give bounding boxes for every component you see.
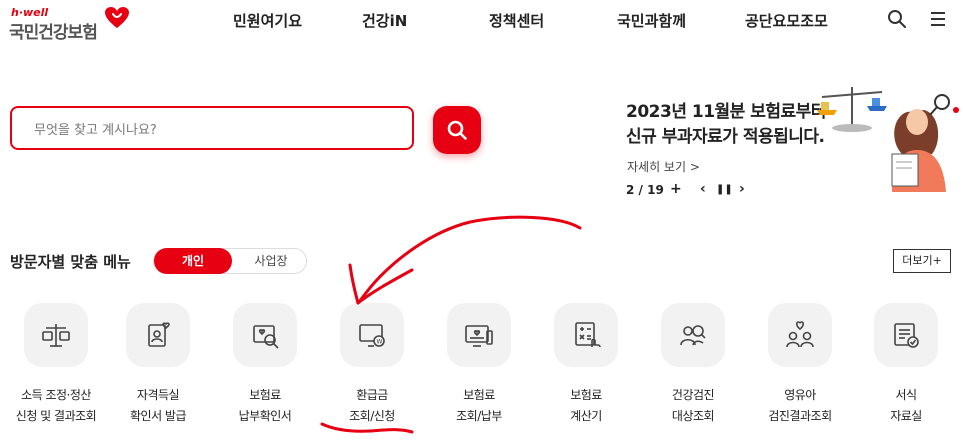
nav-health-in[interactable]: 건강iN bbox=[362, 10, 407, 32]
more-button[interactable]: 더보기+ bbox=[893, 249, 951, 273]
menu-premium-payment-confirmation[interactable]: 보험료 납부확인서 bbox=[211, 303, 319, 423]
search-button[interactable] bbox=[433, 106, 481, 154]
menu-income-adjustment[interactable]: 소득 조정·정산 신청 및 결과조회 bbox=[2, 303, 110, 423]
menu-tile bbox=[768, 303, 832, 367]
menu-label: 소득 조정·정산 신청 및 결과조회 bbox=[2, 385, 110, 427]
nav-policy-center[interactable]: 정책센터 bbox=[489, 10, 544, 32]
document-search-icon bbox=[253, 325, 279, 349]
heart-logo-icon bbox=[105, 7, 129, 28]
menu-label-line1: 보험료 bbox=[570, 388, 602, 402]
menu-label: 건강검진 대상조회 bbox=[639, 385, 747, 427]
menu-refund-inquiry[interactable]: W 환급금 조회/신청 bbox=[318, 303, 426, 423]
menu-label: 보험료 조회/납부 bbox=[425, 385, 533, 427]
menu-premium-calculator[interactable]: 보험료 계산기 bbox=[532, 303, 640, 423]
menu-tile bbox=[661, 303, 725, 367]
visitor-type-toggle: 개인 사업장 bbox=[153, 248, 307, 274]
calculator-icon bbox=[575, 322, 601, 348]
menu-label-line2: 조회/납부 bbox=[456, 409, 502, 423]
menu-label-line1: 영유아 bbox=[784, 388, 816, 402]
visitor-menu-title: 방문자별 맞춤 메뉴 bbox=[10, 253, 131, 271]
menu-infant-checkup-results[interactable]: 영유아 검진결과조회 bbox=[746, 303, 854, 423]
menu-tile bbox=[24, 303, 88, 367]
menu-label: 환급금 조회/신청 bbox=[318, 385, 426, 427]
banner-pager: 2 / 19 bbox=[626, 183, 664, 197]
menu-label-line2: 대상조회 bbox=[671, 409, 715, 423]
banner-next-button[interactable]: › bbox=[739, 181, 745, 197]
banner-pause-button[interactable]: ❚❚ bbox=[716, 184, 733, 195]
menu-label-line1: 보험료 bbox=[249, 388, 281, 402]
menu-label: 서식 자료실 bbox=[852, 385, 960, 427]
menu-label-line2: 조회/신청 bbox=[349, 409, 395, 423]
menu-label: 보험료 납부확인서 bbox=[211, 385, 319, 427]
menu-label: 자격득실 확인서 발급 bbox=[104, 385, 212, 427]
menu-tile bbox=[447, 303, 511, 367]
menu-tile bbox=[554, 303, 618, 367]
form-icon bbox=[894, 323, 919, 348]
menu-label-line2: 자료실 bbox=[890, 409, 922, 423]
menu-label-line2: 확인서 발급 bbox=[129, 409, 187, 423]
logo-text: 국민건강보험 bbox=[9, 23, 98, 43]
banner-expand-button[interactable]: + bbox=[670, 181, 682, 197]
search-input[interactable] bbox=[32, 118, 396, 142]
monitor-heart-icon bbox=[465, 325, 493, 347]
search-box bbox=[10, 106, 414, 150]
menu-label: 영유아 검진결과조회 bbox=[746, 385, 854, 427]
menu-premium-inquiry-payment[interactable]: 보험료 조회/납부 bbox=[425, 303, 533, 423]
menu-label-line2: 납부확인서 bbox=[238, 409, 292, 423]
family-heart-icon bbox=[786, 321, 814, 348]
menu-label-line2: 계산기 bbox=[570, 409, 602, 423]
nav-with-citizens[interactable]: 국민과함께 bbox=[617, 10, 686, 32]
logo[interactable]: h·well 국민건강보험 bbox=[9, 6, 129, 43]
menu-label-line1: 자격득실 bbox=[136, 388, 180, 402]
menu-health-checkup-target[interactable]: 건강검진 대상조회 bbox=[639, 303, 747, 423]
menu-form-library[interactable]: 서식 자료실 bbox=[852, 303, 960, 423]
nav-about-agency[interactable]: 공단요모조모 bbox=[745, 10, 828, 32]
menu-label-line2: 신청 및 결과조회 bbox=[15, 409, 97, 423]
menu-label-line1: 소득 조정·정산 bbox=[21, 388, 91, 402]
menu-label-line1: 서식 bbox=[895, 388, 917, 402]
refund-monitor-icon: W bbox=[359, 324, 385, 347]
menu-label-line2: 검진결과조회 bbox=[768, 409, 832, 423]
toggle-business[interactable]: 사업장 bbox=[234, 249, 308, 273]
menu-tile bbox=[874, 303, 938, 367]
hamburger-menu-icon[interactable] bbox=[928, 9, 948, 29]
svg-text:W: W bbox=[377, 339, 383, 346]
search-icon[interactable] bbox=[887, 9, 907, 29]
search-icon bbox=[447, 120, 467, 140]
menu-tile bbox=[233, 303, 297, 367]
toggle-personal[interactable]: 개인 bbox=[154, 248, 232, 274]
banner-more-link[interactable]: 자세히 보기 > bbox=[627, 158, 700, 175]
menu-label-line1: 환급금 bbox=[356, 388, 388, 402]
certificate-icon bbox=[148, 322, 170, 347]
banner-prev-button[interactable]: ‹ bbox=[700, 181, 706, 197]
nav-civil-service[interactable]: 민원여기요 bbox=[233, 10, 302, 32]
banner-illustration bbox=[817, 87, 959, 192]
menu-label: 보험료 계산기 bbox=[532, 385, 640, 427]
scale-icon bbox=[42, 324, 70, 347]
menu-tile: W bbox=[340, 303, 404, 367]
menu-label-line1: 건강검진 bbox=[671, 388, 715, 402]
menu-qualification-certificate[interactable]: 자격득실 확인서 발급 bbox=[104, 303, 212, 423]
menu-tile bbox=[126, 303, 190, 367]
people-search-icon bbox=[680, 325, 706, 346]
menu-label-line1: 보험료 bbox=[463, 388, 495, 402]
